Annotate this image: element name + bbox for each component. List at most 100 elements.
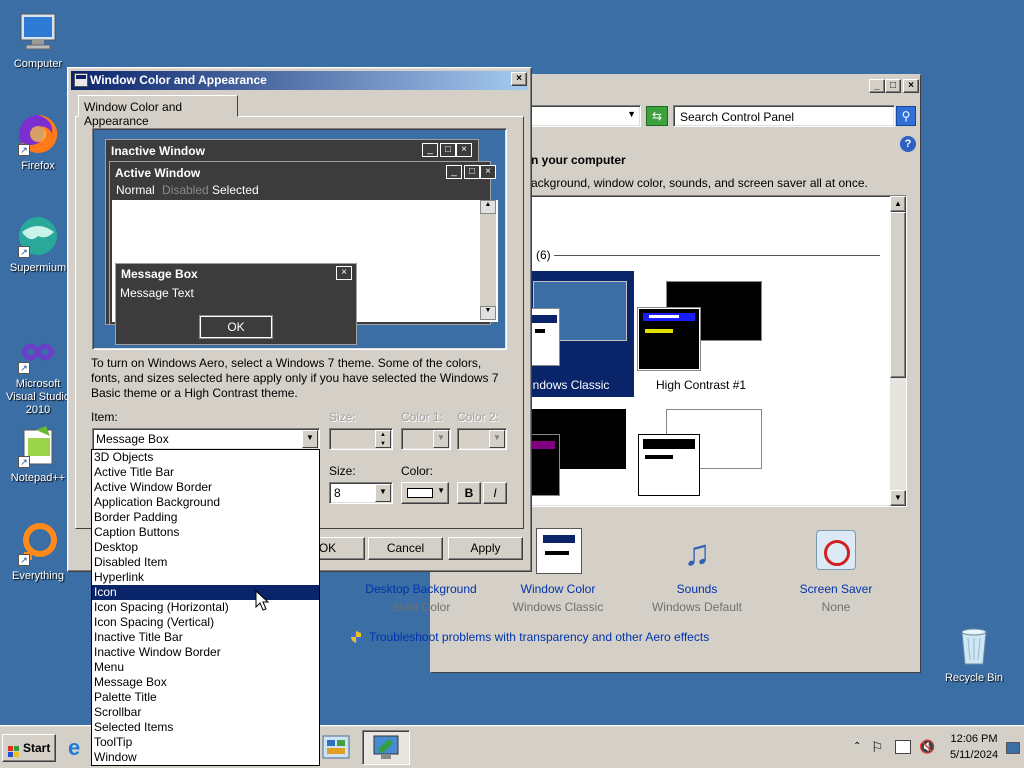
dropdown-option[interactable]: Icon Spacing (Vertical) [92, 615, 319, 630]
dropdown-option[interactable]: Scrollbar [92, 705, 319, 720]
search-input[interactable]: Search Control Panel [673, 105, 895, 127]
start-button[interactable]: Start [2, 734, 56, 762]
help-icon[interactable]: ? [900, 136, 916, 152]
theme-high-contrast-1[interactable]: High Contrast #1 [637, 271, 778, 397]
font-color-swatch [407, 488, 433, 498]
dropdown-option[interactable]: Caption Buttons [92, 525, 319, 540]
page-heading: n your computer [531, 153, 626, 167]
chevron-down-icon[interactable]: ▼ [302, 430, 318, 448]
dropdown-option[interactable]: ToolTip [92, 735, 319, 750]
theme-windows-classic[interactable]: indows Classic [530, 271, 634, 397]
preview-ok-button: OK [199, 315, 273, 339]
color1-button: ▼ [401, 428, 451, 450]
sounds-value: Windows Default [651, 600, 743, 614]
clock[interactable]: 12:06 PM 5/11/2024 [942, 731, 1006, 763]
preview-msgbox-text: Message Text [120, 286, 194, 300]
chevron-down-icon[interactable]: ▼ [375, 484, 391, 502]
themes-list[interactable]: (6) indows Classic High Contrast #1 ▲ ▼ [529, 195, 907, 507]
dropdown-option[interactable]: Window [92, 750, 319, 765]
size-label: Size: [329, 410, 356, 424]
apply-button[interactable]: Apply [448, 537, 523, 560]
preview-menu-selected: Selected [212, 183, 259, 197]
font-size-select[interactable]: 8 ▼ [329, 482, 393, 504]
scroll-thumb[interactable] [890, 212, 906, 378]
dropdown-option[interactable]: Hyperlink [92, 570, 319, 585]
sounds-item[interactable]: ♫ Sounds Windows Default [627, 530, 767, 614]
section-divider [554, 255, 880, 256]
font-color-label: Color: [401, 464, 434, 478]
dropdown-option[interactable]: Icon Spacing (Horizontal) [92, 600, 319, 615]
dropdown-option[interactable]: Desktop [92, 540, 319, 555]
dropdown-option[interactable]: Disabled Item [92, 555, 319, 570]
dropdown-option[interactable]: Selected Items [92, 720, 319, 735]
font-size-label: Size: [329, 464, 356, 478]
desktop-icon-notepadpp[interactable]: ↗ Notepad++ [0, 424, 76, 485]
preview-maximize-icon: □ [464, 165, 480, 179]
page-subtext: ackground, window color, sounds, and scr… [531, 176, 868, 190]
shortcut-arrow-icon: ↗ [18, 456, 30, 468]
chevron-down-icon[interactable]: ▼ [627, 109, 636, 119]
desktop-icon-recycle-bin[interactable]: Recycle Bin [936, 624, 1012, 685]
preview-maximize-icon: □ [440, 143, 456, 157]
scroll-up-button[interactable]: ▲ [890, 196, 906, 212]
themes-section-count: (6) [536, 248, 551, 262]
scroll-down-button[interactable]: ▼ [890, 490, 906, 506]
dropdown-option[interactable]: Active Title Bar [92, 465, 319, 480]
aero-info-text: To turn on Windows Aero, select a Window… [91, 356, 499, 400]
desktop-icon-label: Notepad++ [10, 472, 66, 484]
recycle-bin-icon [952, 624, 996, 668]
desktop-icon-everything[interactable]: ↗ Everything [0, 522, 76, 583]
chevron-up-icon[interactable]: ⌃ [853, 741, 861, 752]
font-size-value: 8 [334, 486, 341, 500]
dropdown-option[interactable]: Inactive Title Bar [92, 630, 319, 645]
troubleshoot-link[interactable]: Troubleshoot problems with transparency … [369, 630, 709, 644]
dropdown-option[interactable]: Border Padding [92, 510, 319, 525]
dropdown-option[interactable]: Message Box [92, 675, 319, 690]
dropdown-option[interactable]: 3D Objects [92, 450, 319, 465]
dropdown-option[interactable]: Application Background [92, 495, 319, 510]
screen-saver-link[interactable]: Screen Saver [766, 582, 906, 596]
network-icon[interactable] [895, 740, 911, 754]
item-dropdown-list[interactable]: 3D Objects Active Title Bar Active Window … [91, 449, 320, 766]
flag-icon[interactable]: ⚐ [871, 739, 884, 756]
screen-saver-item[interactable]: Screen Saver None [766, 530, 906, 614]
dropdown-option[interactable]: Menu [92, 660, 319, 675]
show-desktop-icon[interactable] [1006, 742, 1020, 754]
start-label: Start [23, 741, 51, 755]
search-icon[interactable]: ⚲ [896, 106, 916, 126]
desktop-icon-computer[interactable]: Computer [0, 10, 76, 71]
dialog-close-button[interactable]: × [511, 72, 527, 86]
appearance-preview: Inactive Window _ □ × Active Window _ □ … [92, 128, 507, 350]
taskbar-personalization-button[interactable] [362, 730, 410, 765]
desktop-background-link[interactable]: Desktop Background [351, 582, 491, 596]
font-color-button[interactable]: ▼ [401, 482, 449, 504]
screen-saver-value: None [821, 600, 851, 614]
address-bar[interactable]: ▼ [529, 105, 641, 127]
italic-button[interactable]: I [483, 482, 507, 504]
bold-button[interactable]: B [457, 482, 481, 504]
preview-message-box: Message Box × Message Text OK [115, 263, 357, 345]
speaker-muted-icon[interactable]: 🔇 [919, 739, 935, 755]
sounds-link[interactable]: Sounds [627, 582, 767, 596]
desktop-icon-visual-studio[interactable]: ↗ Microsoft Visual Studio 2010 [0, 330, 76, 417]
taskbar-control-panel-icon[interactable] [319, 732, 355, 764]
window-color-link[interactable]: Window Color [488, 582, 628, 596]
maximize-button[interactable]: □ [885, 79, 901, 93]
tab-window-color[interactable]: Window Color and Appearance [78, 95, 238, 128]
cancel-button[interactable]: Cancel [368, 537, 443, 560]
desktop-icon-supermium[interactable]: ↗ Supermium [0, 214, 76, 275]
dropdown-option[interactable]: Active Window Border [92, 480, 319, 495]
dropdown-option[interactable]: Inactive Window Border [92, 645, 319, 660]
theme-thumb-window [638, 434, 700, 496]
themes-scrollbar[interactable]: ▲ ▼ [890, 196, 906, 506]
dropdown-option[interactable]: Icon [92, 585, 319, 600]
refresh-icon[interactable]: ⇆ [646, 106, 668, 126]
search-placeholder: Search Control Panel [680, 110, 795, 124]
desktop-icon-firefox[interactable]: ↗ Firefox [0, 112, 76, 173]
item-select[interactable]: Message Box ▼ [92, 428, 320, 450]
minimize-button[interactable]: _ [869, 79, 885, 93]
dropdown-option[interactable]: Palette Title [92, 690, 319, 705]
close-button[interactable]: × [903, 79, 919, 93]
sounds-icon: ♫ [683, 532, 711, 573]
spinner-arrows-icon: ▲ ▼ [375, 430, 391, 448]
